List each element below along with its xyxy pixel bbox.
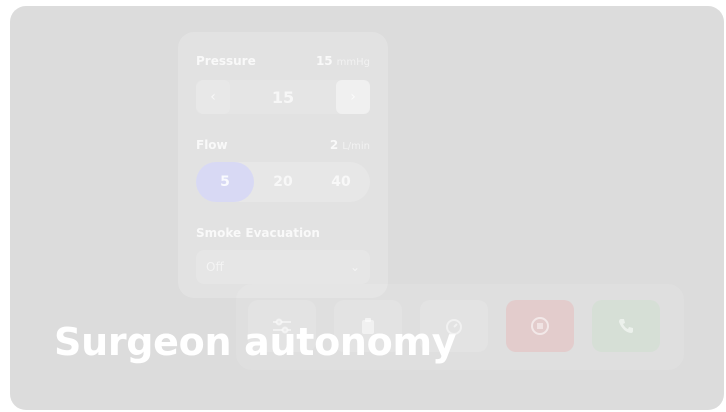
flow-unit: L/min (342, 141, 370, 152)
decrement-button[interactable]: ‹ (196, 80, 230, 114)
phone-button[interactable] (592, 300, 660, 352)
pressure-readout: 15 mmHg (316, 54, 370, 68)
increment-button[interactable]: › (336, 80, 370, 114)
chevron-down-icon: ⌄ (349, 260, 360, 274)
control-panel: Pressure 15 mmHg ‹ 15 › Flow 2 L/min 5 20 … (178, 32, 388, 298)
slide-title: Surgeon autonomy (54, 320, 457, 364)
smoke-evacuation-select[interactable]: Off ⌄ (196, 250, 370, 284)
chevron-right-icon: › (350, 89, 356, 105)
hero-card: Pressure 15 mmHg ‹ 15 › Flow 2 L/min 5 20 … (10, 6, 724, 410)
stop-button[interactable] (506, 300, 574, 352)
smoke-header: Smoke Evacuation (196, 226, 370, 240)
smoke-label: Smoke Evacuation (196, 226, 320, 240)
flow-option-40[interactable]: 40 (312, 162, 370, 202)
pressure-stepper[interactable]: ‹ 15 › (196, 80, 370, 114)
flow-segmented-control: 5 20 40 (196, 162, 370, 202)
smoke-selected-value: Off (206, 260, 224, 274)
flow-label: Flow (196, 138, 228, 152)
pressure-value: 15 (315, 54, 333, 68)
phone-icon (619, 319, 633, 333)
flow-option-20[interactable]: 20 (254, 162, 312, 202)
pressure-label: Pressure (196, 54, 256, 68)
pressure-header: Pressure 15 mmHg (196, 54, 370, 68)
stepper-value: 15 (271, 87, 295, 107)
chevron-left-icon: ‹ (210, 89, 216, 105)
flow-value: 2 (329, 138, 339, 152)
flow-option-5[interactable]: 5 (196, 162, 254, 202)
flow-header: Flow 2 L/min (196, 138, 370, 152)
pressure-unit: mmHg (336, 57, 370, 68)
flow-readout: 2 L/min (330, 138, 370, 152)
stop-icon (531, 317, 549, 335)
